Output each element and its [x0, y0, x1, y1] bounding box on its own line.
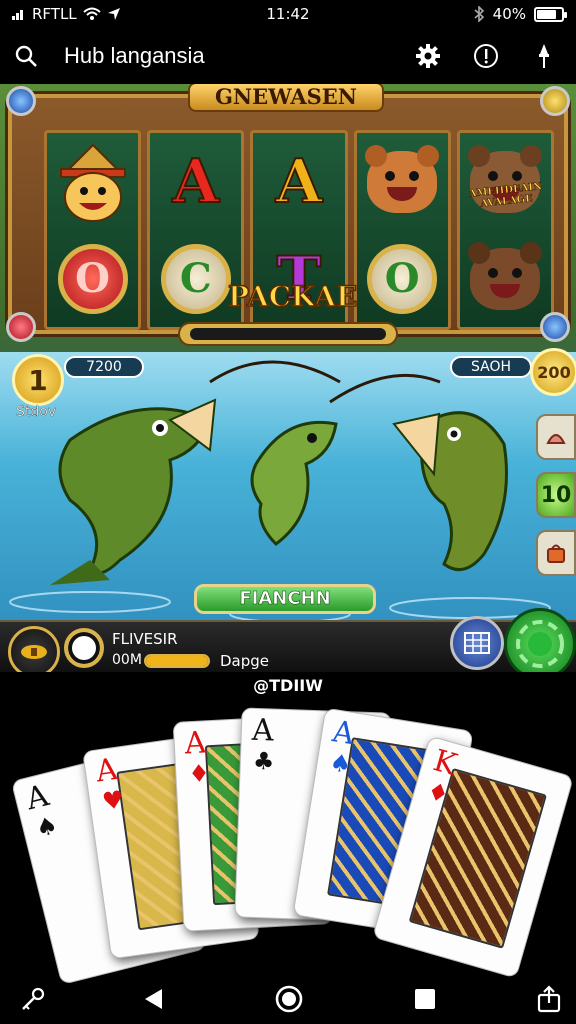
reel-5: AMEHDEAIN AVALAGE — [456, 130, 555, 330]
package-label: PACKAE — [227, 279, 358, 314]
spin-progress-bar — [178, 322, 398, 346]
bear-symbol: AMEHDEAIN AVALAGE — [464, 141, 546, 223]
battery-level — [537, 9, 557, 19]
level-badge[interactable]: 1 — [12, 354, 64, 406]
hud-balance: 00M — [112, 652, 142, 668]
status-left: RFTLL — [12, 5, 212, 23]
fish-right — [392, 411, 508, 572]
gem-icon — [540, 312, 570, 342]
play-button[interactable]: FIANCHN — [194, 584, 376, 614]
paytable-button[interactable] — [450, 616, 504, 670]
home-icon[interactable] — [274, 984, 304, 1014]
card-rank: A — [251, 712, 275, 749]
location-arrow-icon — [107, 8, 120, 20]
bear-symbol — [361, 141, 443, 223]
score-pill: 7200 — [64, 356, 144, 378]
chest-button[interactable] — [8, 626, 60, 672]
bluetooth-icon — [474, 6, 484, 22]
hat-face-symbol — [52, 141, 134, 223]
card-rank: A — [93, 751, 121, 790]
status-bar: RFTLL 11:42 40% — [0, 0, 576, 28]
hud-title: FLIVESIR — [112, 630, 178, 648]
shell-icon — [546, 434, 566, 444]
status-right: 40% — [473, 5, 567, 23]
gem-icon — [6, 86, 36, 116]
toggle-button[interactable] — [64, 628, 104, 668]
spin-button[interactable] — [504, 608, 576, 672]
bag-button[interactable] — [536, 530, 576, 576]
card-rank: A — [22, 778, 53, 818]
hud-label: Dapge — [220, 652, 270, 670]
coin-counter[interactable]: 200 — [530, 348, 576, 396]
fish-center — [250, 420, 338, 546]
key-icon[interactable] — [18, 984, 48, 1014]
card-suit: ♣ — [252, 746, 275, 776]
card-suit: ♠ — [32, 810, 61, 844]
app-title: Hub langansia — [64, 43, 205, 68]
side-menu-button[interactable] — [536, 414, 576, 460]
signal-icon — [12, 10, 23, 20]
stat-label: Stdov — [16, 404, 57, 420]
bear-face — [468, 241, 543, 310]
gem-icon — [540, 86, 570, 116]
reel-1-bottom-symbol: O — [52, 238, 134, 320]
battery-percent: 40% — [492, 5, 526, 23]
spin-icon — [516, 620, 564, 668]
app-actions — [414, 42, 564, 70]
carrier-label: RFTLL — [32, 5, 77, 23]
slot-game-view[interactable]: O A C A T O AMEHDEAIN AVALAGE GNEWASEN P… — [0, 84, 576, 672]
bonus-button[interactable]: 10 — [536, 472, 576, 518]
recents-icon[interactable] — [410, 984, 440, 1014]
reel-2-bottom-symbol: C — [155, 238, 237, 320]
settings-icon[interactable] — [414, 42, 442, 70]
bear-face — [365, 144, 440, 213]
card-suit: ♦ — [187, 759, 211, 789]
back-icon[interactable] — [138, 984, 168, 1014]
pin-icon[interactable] — [530, 42, 558, 70]
reel-4-bottom-symbol: O — [361, 238, 443, 320]
reel-2-top-symbol: A — [172, 146, 221, 218]
banner-title: GNEWASEN — [188, 84, 384, 112]
grid-icon — [464, 632, 490, 654]
status-pill: SAOH — [450, 356, 532, 378]
hud-progress-fill — [146, 656, 208, 666]
reel-4: O — [353, 130, 451, 330]
card-suit: ♥ — [100, 785, 126, 816]
search-icon[interactable] — [12, 42, 40, 70]
bear-symbol — [464, 238, 546, 320]
bag-icon — [547, 544, 565, 563]
fish-left — [50, 398, 217, 585]
chest-icon — [21, 645, 47, 659]
share-icon[interactable] — [534, 984, 564, 1014]
card-rank: A — [329, 714, 357, 753]
nav-bar — [0, 972, 576, 1024]
watermark-label: @TDIIW — [253, 676, 323, 695]
app-bar: Hub langansia — [0, 28, 576, 84]
card-rank: A — [183, 725, 208, 762]
wifi-icon — [83, 7, 101, 20]
bottom-hud: FLIVESIR 00M Dapge — [0, 608, 576, 672]
reel-1: O — [44, 130, 142, 330]
info-icon[interactable] — [472, 42, 500, 70]
battery-icon — [534, 6, 567, 22]
hud-progress-bar — [144, 654, 210, 668]
gem-icon — [6, 312, 36, 342]
card-suit: ♠ — [327, 748, 354, 780]
reel-3-top-symbol: A — [275, 146, 324, 218]
